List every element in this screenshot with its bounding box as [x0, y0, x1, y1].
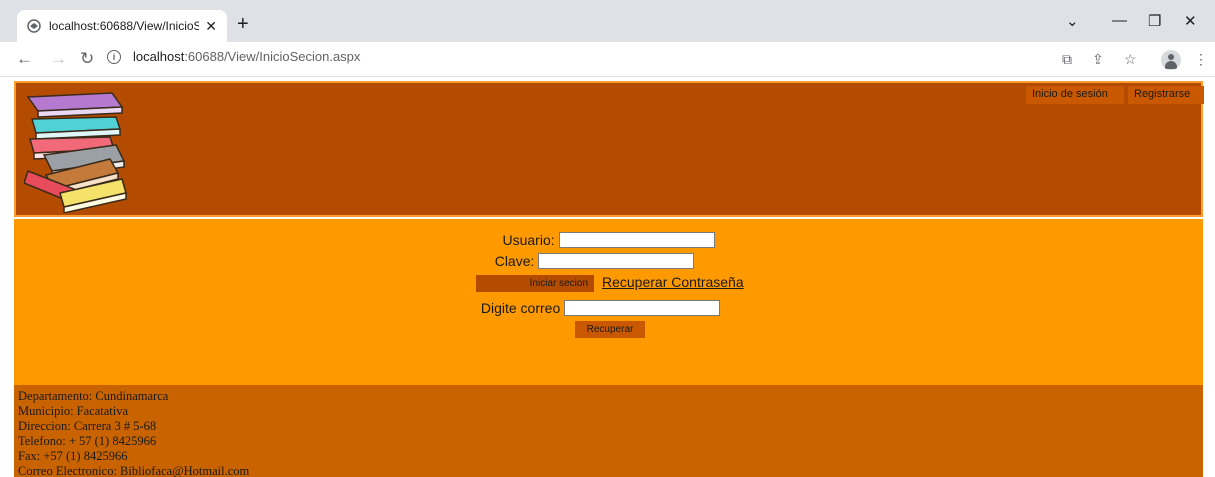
footer-email: Correo Electronico: Bibliofaca@Hotmail.c… — [18, 464, 250, 477]
site-footer: Departamento: Cundinamarca Municipio: Fa… — [14, 385, 1203, 477]
profile-icon[interactable] — [1161, 50, 1181, 70]
user-label: Usuario: — [502, 232, 555, 249]
browser-toolbar: ← → ↻ i localhost:60688/View/InicioSecio… — [0, 42, 1215, 77]
reload-icon[interactable]: ↻ — [80, 50, 94, 67]
chevron-down-icon[interactable]: ⌄ — [1066, 12, 1079, 30]
menu-icon[interactable]: ⋮ — [1194, 51, 1208, 68]
site-header: Inicio de sesión Registrarse — [14, 81, 1204, 217]
user-row: Usuario: — [14, 231, 1203, 249]
restore-icon[interactable]: ❐ — [1148, 12, 1161, 30]
recover-button[interactable]: Recuperar — [575, 321, 645, 338]
recover-password-link[interactable]: Recuperar Contraseña — [602, 274, 744, 290]
password-input[interactable] — [538, 253, 695, 270]
nav-register-link[interactable]: Registrarse — [1128, 86, 1204, 104]
minimize-icon[interactable]: — — [1112, 12, 1127, 29]
email-label: Digite correo — [480, 300, 561, 317]
tab-title: localhost:60688/View/InicioSecio — [49, 19, 199, 33]
footer-phone: Telefono: + 57 (1) 8425966 — [18, 434, 157, 448]
browser-tabstrip: localhost:60688/View/InicioSecio ✕ + ⌄ —… — [0, 0, 1215, 42]
window-close-icon[interactable]: ✕ — [1184, 12, 1197, 30]
globe-icon — [27, 19, 41, 33]
login-button[interactable]: Iniciar secion — [476, 275, 594, 292]
web-page: Inicio de sesión Registrarse Usuario: Cl… — [14, 81, 1204, 477]
password-label: Clave: — [494, 253, 535, 270]
nav-login-link[interactable]: Inicio de sesión — [1026, 86, 1124, 104]
forward-icon[interactable]: → — [50, 50, 67, 67]
browser-tab[interactable]: localhost:60688/View/InicioSecio ✕ — [17, 10, 227, 42]
login-content: Usuario: Clave: Iniciar secion Recuperar… — [14, 219, 1203, 385]
password-row: Clave: — [0, 252, 1189, 270]
url-host: localhost — [133, 49, 185, 64]
email-input[interactable] — [564, 300, 721, 317]
info-icon[interactable]: i — [107, 49, 121, 64]
url-path: :60688/View/InicioSecion.aspx — [184, 49, 361, 64]
footer-fax: Fax: +57 (1) 8425966 — [18, 449, 128, 463]
address-bar[interactable]: i localhost:60688/View/InicioSecion.aspx — [107, 49, 360, 64]
back-icon[interactable]: ← — [16, 50, 33, 67]
star-icon[interactable]: ☆ — [1124, 51, 1137, 68]
email-row: Digite correo — [6, 299, 1195, 317]
footer-address: Direccion: Carrera 3 # 5-68 — [18, 419, 157, 433]
books-logo-icon — [24, 92, 127, 213]
user-input[interactable] — [558, 232, 715, 249]
close-icon[interactable]: ✕ — [205, 18, 217, 35]
share-icon[interactable]: ⇪ — [1092, 51, 1104, 68]
new-tab-button[interactable]: + — [237, 14, 249, 34]
translate-icon[interactable]: ⧉ — [1062, 51, 1072, 68]
footer-municipality: Municipio: Facatativa — [18, 404, 129, 418]
footer-department: Departamento: Cundinamarca — [18, 389, 169, 403]
